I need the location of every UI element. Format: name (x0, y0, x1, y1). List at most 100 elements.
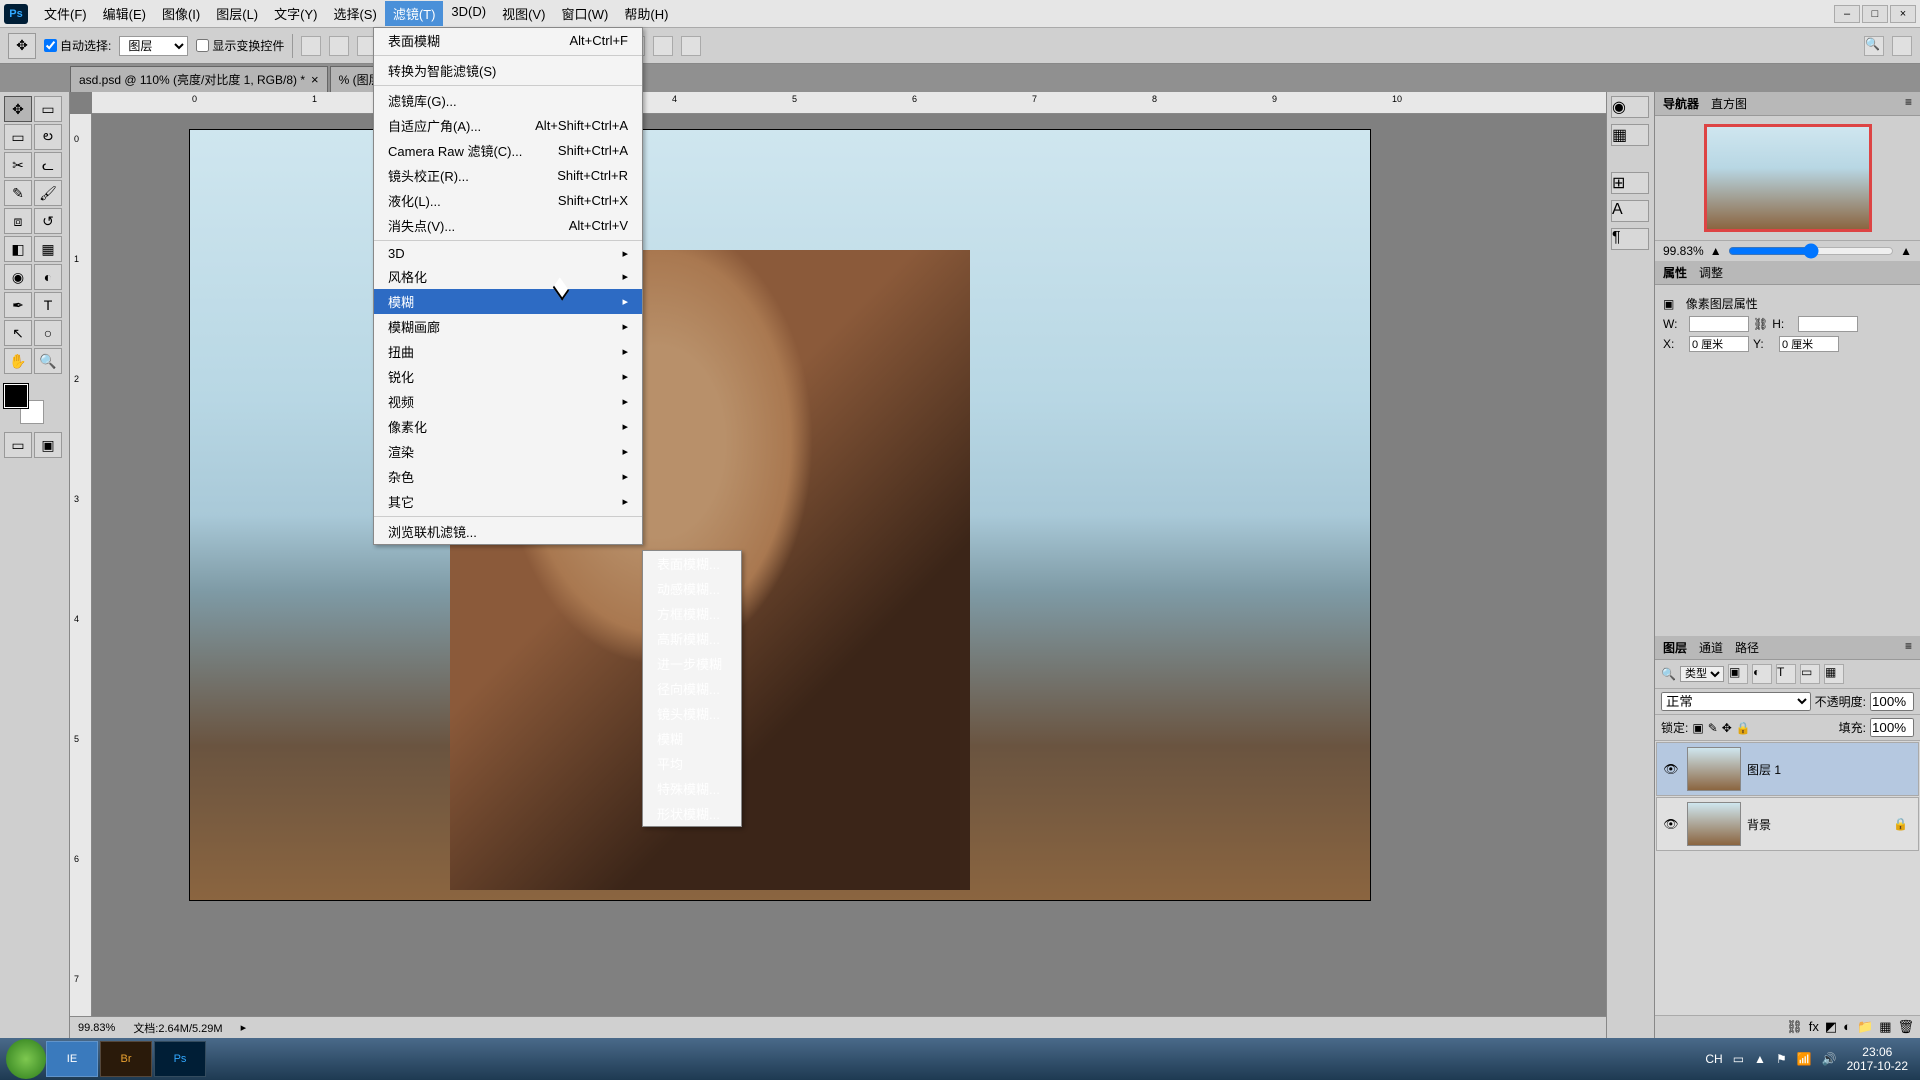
show-transform-checkbox[interactable]: 显示变换控件 (196, 37, 284, 54)
filter-kind-select[interactable]: 类型 (1680, 666, 1724, 682)
move-tool[interactable]: ✥ (4, 96, 32, 122)
visibility-icon[interactable]: 👁 (1661, 817, 1681, 831)
canvas-area[interactable]: 012345678910 01234567 (70, 92, 1606, 1038)
auto-select-target[interactable]: 图层 (119, 36, 188, 56)
menu-编辑[interactable]: 编辑(E) (95, 1, 154, 26)
path-tool[interactable]: ↖ (4, 320, 32, 346)
menu-item[interactable]: 风格化 (374, 264, 642, 289)
history-brush-tool[interactable]: ↺ (34, 208, 62, 234)
y-field[interactable] (1779, 336, 1839, 352)
shape-tool[interactable]: ○ (34, 320, 62, 346)
lock-position-icon[interactable]: ✎ (1708, 721, 1718, 735)
filter-pixel-icon[interactable]: ▣ (1728, 664, 1748, 684)
filter-type-icon[interactable]: T (1776, 664, 1796, 684)
eraser-tool[interactable]: ◧ (4, 236, 32, 262)
menu-item[interactable]: 滤镜库(G)... (374, 88, 642, 113)
menu-窗口[interactable]: 窗口(W) (553, 1, 616, 26)
menu-视图[interactable]: 视图(V) (494, 1, 553, 26)
menu-item[interactable]: 表面模糊Alt+Ctrl+F (374, 28, 642, 53)
taskbar-app-photoshop[interactable]: Ps (154, 1041, 206, 1077)
quick-mask-icon[interactable]: ▭ (4, 432, 32, 458)
lock-all-icon[interactable]: ✥ (1722, 721, 1732, 735)
submenu-item[interactable]: 动感模糊... (643, 576, 741, 601)
lock-icon[interactable]: 🔒 (1736, 721, 1751, 735)
artboard-tool[interactable]: ▭ (34, 96, 62, 122)
zoom-tool[interactable]: 🔍 (34, 348, 62, 374)
workspace-icon[interactable] (1892, 36, 1912, 56)
submenu-item[interactable]: 镜头模糊... (643, 701, 741, 726)
submenu-item[interactable]: 径向模糊... (643, 676, 741, 701)
layer-thumbnail[interactable] (1687, 802, 1741, 846)
width-field[interactable] (1689, 316, 1749, 332)
submenu-item[interactable]: 平均 (643, 751, 741, 776)
status-arrow-icon[interactable]: ▸ (241, 1021, 247, 1034)
ime-indicator[interactable]: CH (1705, 1052, 1722, 1066)
menu-item[interactable]: 像素化 (374, 414, 642, 439)
layer-row[interactable]: 👁图层 1 (1656, 742, 1919, 796)
submenu-item[interactable]: 高斯模糊... (643, 626, 741, 651)
document-tab[interactable]: asd.psd @ 110% (亮度/对比度 1, RGB/8) *× (70, 66, 328, 92)
3d-icon[interactable] (653, 36, 673, 56)
close-button[interactable]: × (1890, 5, 1916, 23)
visibility-icon[interactable]: 👁 (1661, 762, 1681, 776)
submenu-item[interactable]: 模糊 (643, 726, 741, 751)
filter-icon[interactable]: 🔍 (1661, 667, 1676, 681)
menu-item[interactable]: 镜头校正(R)...Shift+Ctrl+R (374, 163, 642, 188)
lock-pixels-icon[interactable]: ▣ (1692, 721, 1703, 735)
menu-item[interactable]: 模糊表面模糊...动感模糊...方框模糊...高斯模糊...进一步模糊径向模糊.… (374, 289, 642, 314)
menu-文件[interactable]: 文件(F) (36, 1, 95, 26)
height-field[interactable] (1798, 316, 1858, 332)
taskbar-app-ie[interactable]: IE (46, 1041, 98, 1077)
menu-item[interactable]: 渲染 (374, 439, 642, 464)
fill-field[interactable] (1870, 718, 1914, 737)
pen-tool[interactable]: ✒ (4, 292, 32, 318)
panel-menu-icon[interactable]: ≡ (1905, 95, 1912, 112)
maximize-button[interactable]: □ (1862, 5, 1888, 23)
tab-histogram[interactable]: 直方图 (1711, 95, 1747, 112)
menu-选择[interactable]: 选择(S) (325, 1, 384, 26)
tray-flag-icon[interactable]: ⚑ (1776, 1052, 1787, 1066)
blur-tool[interactable]: ◉ (4, 264, 32, 290)
panel-icon[interactable]: ◉ (1611, 96, 1649, 118)
mask-icon[interactable]: ◩ (1825, 1019, 1837, 1035)
layer-row[interactable]: 👁背景🔒 (1656, 797, 1919, 851)
panel-icon[interactable]: A (1611, 200, 1649, 222)
search-icon[interactable]: 🔍 (1864, 36, 1884, 56)
type-tool[interactable]: T (34, 292, 62, 318)
menu-item[interactable]: 视频 (374, 389, 642, 414)
group-icon[interactable]: 📁 (1857, 1019, 1873, 1035)
align-icon[interactable] (301, 36, 321, 56)
menu-item[interactable]: 转换为智能滤镜(S) (374, 58, 642, 83)
menu-item[interactable]: 扭曲 (374, 339, 642, 364)
link-icon[interactable]: ⛓ (1753, 317, 1768, 331)
new-layer-icon[interactable]: ▦ (1879, 1019, 1891, 1035)
menu-帮助[interactable]: 帮助(H) (616, 1, 676, 26)
zoom-out-icon[interactable]: ▲ (1710, 244, 1722, 258)
adjustment-icon[interactable]: ◐ (1843, 1019, 1851, 1035)
panel-menu-icon[interactable]: ≡ (1905, 639, 1912, 656)
menu-item[interactable]: 浏览联机滤镜... (374, 519, 642, 544)
menu-item[interactable]: 杂色 (374, 464, 642, 489)
3d-icon[interactable] (681, 36, 701, 56)
navigator-thumbnail[interactable] (1655, 116, 1920, 240)
taskbar-app-bridge[interactable]: Br (100, 1041, 152, 1077)
eyedropper-tool[interactable]: ᓚ (34, 152, 62, 178)
tab-paths[interactable]: 路径 (1735, 639, 1759, 656)
zoom-in-icon[interactable]: ▲ (1900, 244, 1912, 258)
filter-smart-icon[interactable]: ▦ (1824, 664, 1844, 684)
menu-item[interactable]: 3D (374, 243, 642, 264)
crop-tool[interactable]: ✂ (4, 152, 32, 178)
layer-thumbnail[interactable] (1687, 747, 1741, 791)
tab-adjustments[interactable]: 调整 (1699, 264, 1723, 281)
blend-mode-select[interactable]: 正常 (1661, 692, 1811, 711)
menu-item[interactable]: Camera Raw 滤镜(C)...Shift+Ctrl+A (374, 138, 642, 163)
menu-item[interactable]: 模糊画廊 (374, 314, 642, 339)
submenu-item[interactable]: 特殊模糊... (643, 776, 741, 801)
menu-item[interactable]: 液化(L)...Shift+Ctrl+X (374, 188, 642, 213)
tray-volume-icon[interactable]: 🔊 (1822, 1052, 1837, 1066)
panel-icon[interactable]: ⊞ (1611, 172, 1649, 194)
lasso-tool[interactable]: ల (34, 124, 62, 150)
gradient-tool[interactable]: ▦ (34, 236, 62, 262)
dodge-tool[interactable]: ◐ (34, 264, 62, 290)
marquee-tool[interactable]: ▭ (4, 124, 32, 150)
